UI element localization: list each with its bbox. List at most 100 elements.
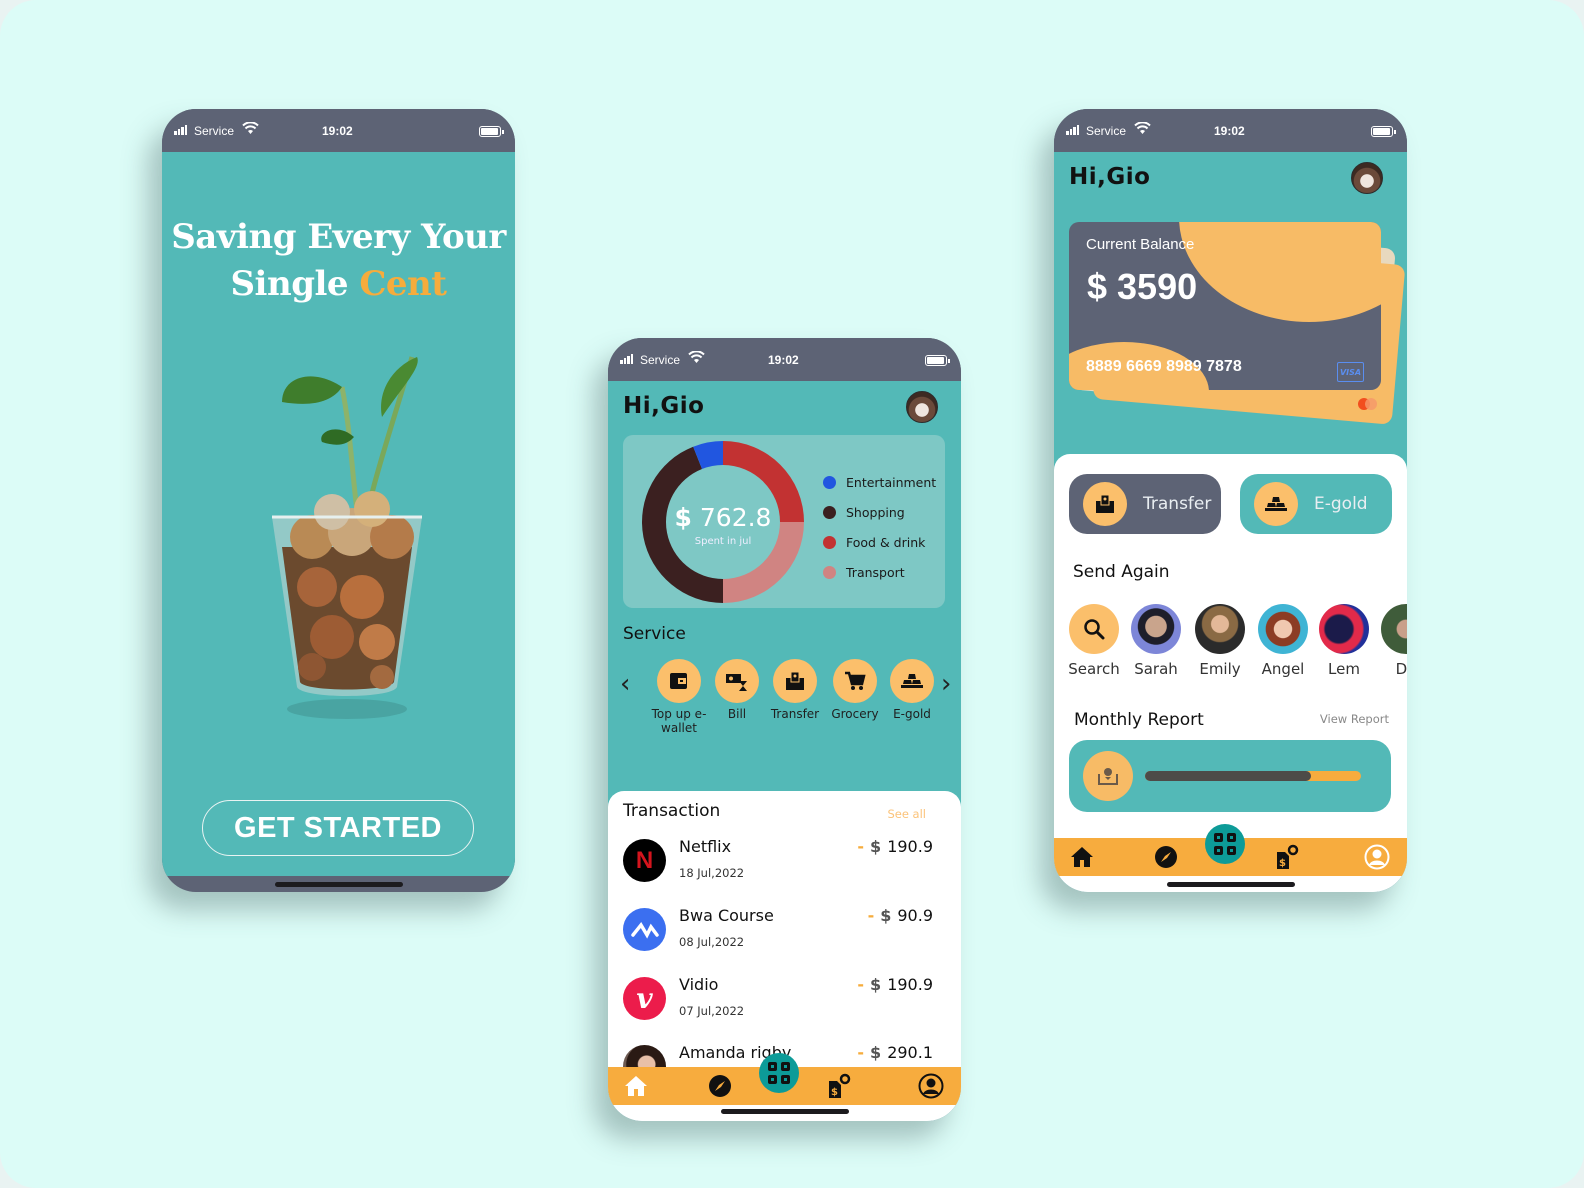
transaction-amount: - $90.9 bbox=[868, 906, 933, 925]
chevron-right-icon[interactable]: › bbox=[941, 669, 951, 699]
see-all-link[interactable]: See all bbox=[887, 807, 926, 821]
service-label: Bill bbox=[727, 707, 747, 721]
card-decoration bbox=[1179, 222, 1381, 322]
greeting: Hi,Gio bbox=[1069, 164, 1151, 190]
service-transfer[interactable]: Transfer bbox=[762, 659, 828, 721]
amount-sign: - bbox=[867, 906, 875, 925]
onboarding-body: Saving Every Your Single Cent GET STARTE… bbox=[162, 152, 515, 876]
service-egold[interactable]: E-gold bbox=[879, 659, 945, 721]
contact-sarah[interactable]: Sarah bbox=[1128, 604, 1184, 678]
spent-caption: Spent in jul bbox=[694, 536, 752, 547]
carrier-label: Service bbox=[1086, 124, 1127, 138]
carrier-label: Service bbox=[640, 353, 681, 367]
monthly-report-title: Monthly Report bbox=[1074, 710, 1204, 730]
balance-card-stack[interactable]: Current Balance $ 3590 8889 6669 8989 78… bbox=[1069, 212, 1406, 427]
legend-label: Transport bbox=[846, 564, 905, 580]
wifi-icon bbox=[242, 122, 259, 134]
qr-scan-icon bbox=[1214, 833, 1236, 855]
egold-button[interactable]: E-gold bbox=[1240, 474, 1392, 534]
qr-scan-button[interactable] bbox=[759, 1053, 799, 1093]
bill-icon bbox=[726, 674, 747, 691]
home-indicator bbox=[1166, 882, 1295, 887]
battery-icon bbox=[925, 355, 950, 366]
transaction-title: Transaction bbox=[623, 801, 721, 821]
gold-bars-icon bbox=[1265, 497, 1287, 511]
wallet-icon bbox=[670, 673, 687, 689]
qr-scan-icon bbox=[768, 1062, 790, 1084]
chevron-left-icon[interactable]: ‹ bbox=[620, 669, 630, 699]
legend-item: Shopping bbox=[823, 497, 936, 527]
balance-card: Current Balance $ 3590 8889 6669 8989 78… bbox=[1069, 222, 1381, 390]
contact-search[interactable]: Search bbox=[1066, 604, 1122, 678]
contact-de[interactable]: De bbox=[1378, 604, 1407, 678]
status-bar: Service 19:02 bbox=[1054, 109, 1407, 152]
home-indicator bbox=[720, 1109, 849, 1114]
home-icon[interactable] bbox=[623, 1073, 649, 1099]
onboarding-screen: Service 19:02 Saving Every Your Single C… bbox=[162, 109, 515, 892]
legend-item: Transport bbox=[823, 557, 936, 587]
contact-angel[interactable]: Angel bbox=[1255, 604, 1311, 678]
bill-location-icon[interactable]: $ bbox=[826, 1073, 852, 1099]
amount-currency: $ bbox=[880, 906, 892, 925]
amount-value: 190.9 bbox=[887, 975, 933, 994]
amount-value: 190.9 bbox=[887, 837, 933, 856]
carrier-label: Service bbox=[194, 124, 235, 138]
qr-scan-button[interactable] bbox=[1205, 824, 1245, 864]
dashboard-body: Hi,Gio $ 762.8 Spent in jul Entertainmen… bbox=[608, 381, 961, 1121]
legend-label: Shopping bbox=[846, 504, 905, 520]
transfer-label: Transfer bbox=[1143, 494, 1212, 514]
amount-value: 90.9 bbox=[897, 906, 933, 925]
contact-name: Sarah bbox=[1134, 660, 1178, 678]
contact-emily[interactable]: Emily bbox=[1192, 604, 1248, 678]
bwa-logo bbox=[623, 908, 666, 951]
get-started-button[interactable]: GET STARTED bbox=[202, 800, 474, 856]
transaction-amount: - $190.9 bbox=[857, 975, 933, 994]
wallet-screen: Service 19:02 Hi,Gio Current Balance $ 3… bbox=[1054, 109, 1407, 892]
contact-avatar bbox=[1131, 604, 1181, 654]
contact-name: Emily bbox=[1199, 660, 1241, 678]
transaction-row[interactable]: v Vidio 07 Jul,2022 - $190.9 bbox=[623, 975, 933, 1035]
vidio-logo: v bbox=[623, 977, 666, 1020]
gold-bars-icon bbox=[901, 674, 923, 688]
greeting: Hi,Gio bbox=[623, 393, 705, 419]
bill-location-icon[interactable]: $ bbox=[1274, 844, 1300, 870]
transaction-row[interactable]: Bwa Course 08 Jul,2022 - $90.9 bbox=[623, 906, 933, 966]
transfer-button[interactable]: Transfer bbox=[1069, 474, 1221, 534]
plant-coin-jar-illustration bbox=[272, 356, 422, 719]
search-icon bbox=[1084, 619, 1105, 640]
contact-name: De bbox=[1395, 660, 1407, 678]
compass-icon[interactable] bbox=[707, 1073, 733, 1099]
monthly-report-card[interactable] bbox=[1069, 740, 1391, 812]
compass-icon[interactable] bbox=[1153, 844, 1179, 870]
signal-icon bbox=[174, 125, 187, 135]
report-inbox-icon bbox=[1098, 768, 1118, 785]
clock: 19:02 bbox=[1214, 124, 1245, 138]
service-bill[interactable]: Bill bbox=[704, 659, 770, 721]
signal-icon bbox=[620, 354, 633, 364]
home-icon[interactable] bbox=[1069, 844, 1095, 870]
headline-line2: Single Cent bbox=[162, 261, 515, 308]
amount-sign: - bbox=[857, 837, 865, 856]
contact-name: Lem bbox=[1328, 660, 1360, 678]
profile-avatar[interactable] bbox=[1351, 162, 1383, 194]
transaction-name: Netflix bbox=[679, 837, 732, 856]
transaction-name: Bwa Course bbox=[679, 906, 774, 925]
legend-label: Food & drink bbox=[846, 534, 926, 550]
clock: 19:02 bbox=[322, 124, 353, 138]
service-carousel: ‹ Top up e-wallet Bill Transfer Grocery … bbox=[618, 659, 953, 739]
transaction-row[interactable]: N Netflix 18 Jul,2022 - $190.9 bbox=[623, 837, 933, 897]
netflix-logo: N bbox=[623, 839, 666, 882]
profile-icon[interactable] bbox=[1364, 844, 1390, 870]
dashboard-screen: Service 19:02 Hi,Gio $ 762.8 Spent in ju… bbox=[608, 338, 961, 1121]
legend-item: Entertainment bbox=[823, 467, 936, 497]
contact-lem[interactable]: Lem bbox=[1316, 604, 1372, 678]
headline-accent: Cent bbox=[359, 264, 447, 304]
egold-label: E-gold bbox=[1314, 494, 1368, 514]
contact-avatar bbox=[1258, 604, 1308, 654]
profile-icon[interactable] bbox=[918, 1073, 944, 1099]
service-topup[interactable]: Top up e-wallet bbox=[646, 659, 712, 735]
amount-value: 290.1 bbox=[887, 1043, 933, 1062]
service-label: Top up e-wallet bbox=[651, 707, 707, 735]
view-report-link[interactable]: View Report bbox=[1320, 712, 1389, 726]
profile-avatar[interactable] bbox=[906, 391, 938, 423]
